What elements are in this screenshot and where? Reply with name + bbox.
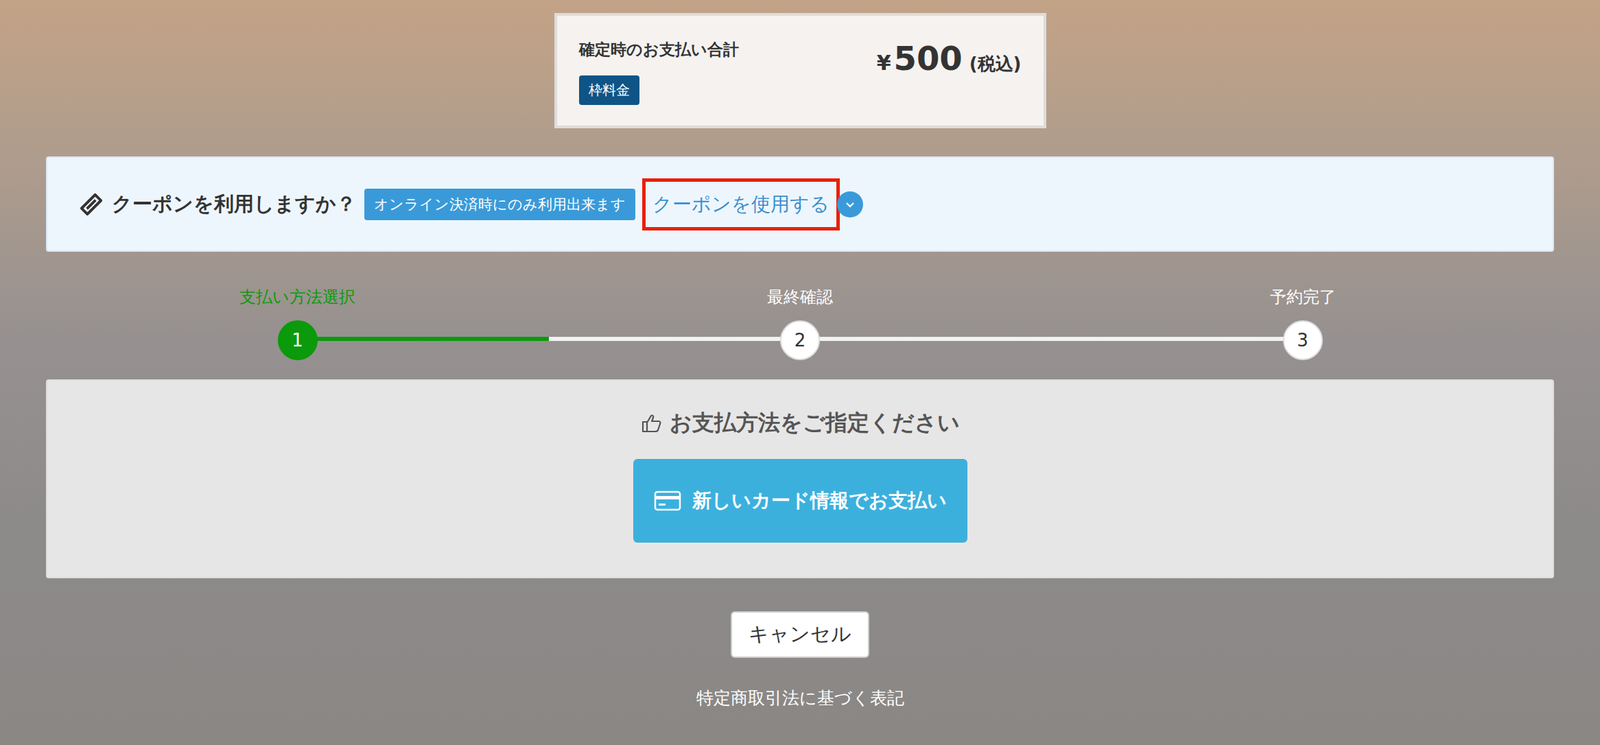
tax-note: (税込) — [969, 52, 1022, 77]
total-label: 確定時のお支払い合計 — [579, 39, 739, 61]
step-label: 予約完了 — [1269, 286, 1336, 309]
summary-left: 確定時のお支払い合計枠料金 — [579, 39, 739, 112]
new-card-label: 新しいカード情報でお支払い — [692, 487, 947, 514]
legal-notice-link[interactable]: 特定商取引法に基づく表記 — [696, 686, 905, 710]
step: 最終確認2 — [779, 286, 821, 361]
step-label: 最終確認 — [767, 286, 833, 309]
payment-title: お支払方法をご指定ください — [640, 408, 960, 439]
currency: ¥ — [876, 50, 892, 75]
progress-fill — [297, 336, 549, 341]
new-card-button[interactable]: 新しいカード情報でお支払い — [633, 459, 968, 543]
cancel-button[interactable]: キャンセル — [730, 611, 870, 658]
thumb-icon — [640, 413, 663, 434]
step: 支払い方法選択1 — [277, 286, 319, 361]
ticket-icon — [77, 190, 105, 219]
expand-toggle[interactable] — [837, 191, 864, 218]
payment-panel: お支払方法をご指定ください新しいカード情報でお支払い — [45, 379, 1555, 579]
coupon-bar: クーポンを利用しますか？オンライン決済時にのみ利用出来ますクーポンを使用する — [45, 156, 1555, 252]
chevron-icon — [843, 197, 857, 212]
step-circle: 1 — [277, 320, 318, 361]
total-amount: ¥500(税込) — [876, 39, 1022, 112]
fee-badge: 枠料金 — [579, 75, 640, 105]
online-only-badge: オンライン決済時にのみ利用出来ます — [364, 188, 636, 221]
use-coupon-link[interactable]: クーポンを使用する — [642, 178, 840, 231]
amount-value: 500 — [893, 39, 963, 78]
step-indicator: 支払い方法選択1最終確認2予約完了3 — [277, 286, 1324, 361]
payment-title-text: お支払方法をご指定ください — [669, 408, 960, 439]
step-label: 支払い方法選択 — [239, 286, 356, 309]
credit-card-icon — [653, 490, 682, 512]
step: 予約完了3 — [1282, 286, 1324, 361]
step-circle: 2 — [780, 320, 820, 361]
coupon-question: クーポンを利用しますか？ — [111, 190, 357, 219]
step-circle: 3 — [1283, 320, 1323, 361]
payment-summary: 確定時のお支払い合計枠料金 ¥500(税込) — [554, 13, 1047, 129]
